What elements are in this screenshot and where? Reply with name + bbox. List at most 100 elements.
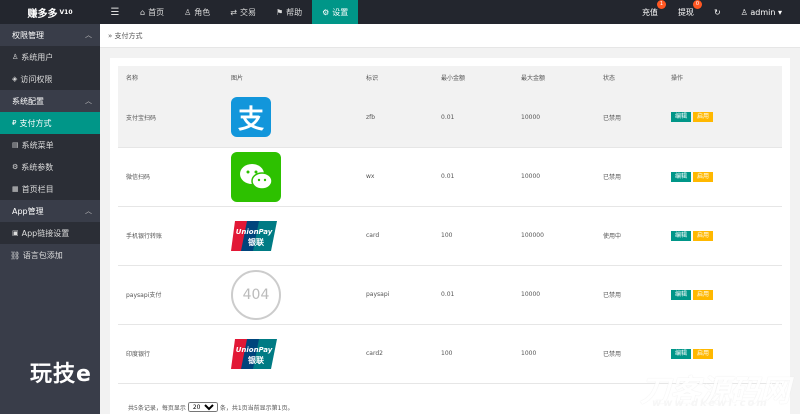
menu-icon[interactable]: ☰ (100, 7, 130, 18)
sidebar-item-access[interactable]: ◈ 访问权限 (0, 68, 100, 90)
enable-button[interactable]: 启用 (693, 112, 714, 123)
home-icon: ⌂ (140, 7, 146, 17)
sidebar-group-permissions[interactable]: 权限管理 ︿ (0, 24, 100, 46)
enable-button[interactable]: 启用 (693, 171, 714, 182)
cell-code: wx (358, 147, 433, 207)
col-min: 最小金额 (433, 66, 513, 88)
cell-name: 手机银行转账 (118, 206, 223, 266)
cell-max: 1000 (513, 324, 595, 384)
pagination-prefix: 共5条记录，每页显示 (128, 404, 186, 412)
cell-name: 支付宝扫码 (118, 88, 223, 148)
col-actions: 操作 (663, 66, 782, 88)
cell-min: 100 (433, 324, 513, 384)
edit-button[interactable]: 编辑 (671, 230, 692, 241)
cell-code: paysapi (358, 265, 433, 325)
chevron-up-icon: ︿ (85, 207, 92, 215)
sidebar-group-app[interactable]: App管理 ︿ (0, 200, 100, 222)
edit-button[interactable]: 编辑 (671, 171, 692, 182)
user-icon: ♙ (12, 53, 19, 61)
unionpay-text: UnionPay (236, 228, 273, 236)
cell-code: card (358, 206, 433, 266)
watermark-left: 玩技e (30, 362, 92, 387)
withdraw-label: 提现 (677, 7, 694, 17)
app-icon: ▣ (12, 229, 19, 237)
withdraw-button[interactable]: 提现 0 (668, 0, 704, 24)
nav-roles[interactable]: ♙ 角色 (174, 0, 220, 24)
cell-image: UnionPay 银联 (223, 324, 358, 384)
cell-image: UnionPay 银联 (223, 206, 358, 266)
cell-actions: 编辑 启用 (663, 265, 782, 325)
cell-name: paysapi支付 (118, 265, 223, 325)
cell-name: 印度银行 (118, 324, 223, 384)
col-status: 状态 (595, 66, 663, 88)
payment-table: 名称 图片 标识 最小金额 最大金额 状态 操作 支付宝扫码支 zfb 0.01 10… (118, 66, 782, 384)
sidebar-group-config[interactable]: 系统配置 ︿ (0, 90, 100, 112)
sidebar-item-label: 系统参数 (21, 162, 54, 172)
refresh-icon[interactable]: ↻ (704, 0, 731, 24)
app-logo[interactable]: 赚多多 V10 (0, 0, 100, 24)
cell-min: 0.01 (433, 265, 513, 325)
recharge-button[interactable]: 充值 1 (632, 0, 668, 24)
table-row: 微信扫码 wx 0.01 10000 已禁用 编辑 启用 (118, 147, 782, 207)
sidebar-item-app-links[interactable]: ▣ App链接设置 (0, 222, 100, 244)
sidebar-item-label: 系统用户 (21, 52, 54, 62)
cell-status: 已禁用 (595, 147, 663, 207)
sidebar-item-menu[interactable]: ▤ 系统菜单 (0, 134, 100, 156)
breadcrumb: » 支付方式 (100, 24, 800, 48)
shield-icon: ◈ (12, 75, 18, 83)
group-label: App管理 (12, 206, 44, 216)
cell-min: 100 (433, 206, 513, 266)
cell-code: card2 (358, 324, 433, 384)
page-size-select[interactable]: 20 (187, 402, 218, 412)
sidebar-item-payment[interactable]: ₽ 支付方式 (0, 112, 100, 134)
breadcrumb-separator: » (108, 31, 113, 40)
payment-icon: ₽ (12, 119, 17, 127)
cell-actions: 编辑 启用 (663, 147, 782, 207)
nav-settings[interactable]: ⚙ 设置 (312, 0, 359, 24)
recharge-label: 充值 (641, 7, 658, 17)
cell-name: 微信扫码 (118, 147, 223, 207)
user-name: admin (750, 7, 776, 17)
edit-button[interactable]: 编辑 (671, 348, 692, 359)
user-menu[interactable]: ♙ admin ▾ (731, 0, 792, 24)
table-row: 手机银行转账 UnionPay 银联 card 100 100000 使用中 编辑 启用 (118, 206, 782, 266)
cell-image: 支 (223, 88, 358, 148)
edit-button[interactable]: 编辑 (671, 289, 692, 300)
cell-max: 10000 (513, 88, 595, 148)
wechat-icon (231, 151, 281, 202)
not-found-text: 404 (242, 286, 270, 303)
sidebar-item-language[interactable]: ⛓ 语言包添加 (0, 244, 100, 266)
cell-code: zfb (358, 88, 433, 148)
sidebar-item-params[interactable]: ⚙ 系统参数 (0, 156, 100, 178)
cell-min: 0.01 (433, 88, 513, 148)
cell-max: 100000 (513, 206, 595, 266)
sidebar-item-system-users[interactable]: ♙ 系统用户 (0, 46, 100, 68)
table-row: paysapi支付 404 paysapi 0.01 10000 已禁用 编辑 启用 (118, 265, 782, 325)
unionpay-cn-text: 银联 (247, 237, 264, 247)
group-label: 系统配置 (12, 96, 44, 106)
top-nav: ⌂ 首页 ♙ 角色 ⇄ 交易 ⚑ 帮助 ⚙ 设置 (130, 0, 359, 24)
sidebar-item-label: App链接设置 (21, 228, 70, 238)
enable-button[interactable]: 启用 (693, 289, 714, 300)
table-row: 支付宝扫码支 zfb 0.01 10000 已禁用 编辑 启用 (118, 88, 782, 148)
sidebar-item-label: 访问权限 (20, 74, 53, 84)
cell-status: 已禁用 (595, 265, 663, 325)
recharge-badge: 1 (656, 0, 666, 9)
nav-help[interactable]: ⚑ 帮助 (266, 0, 312, 24)
col-max: 最大金额 (513, 66, 595, 88)
cell-max: 10000 (513, 147, 595, 207)
sidebar-item-columns[interactable]: ▦ 首页栏目 (0, 178, 100, 200)
cell-actions: 编辑 启用 (663, 206, 782, 266)
enable-button[interactable]: 启用 (693, 348, 714, 359)
nav-trade[interactable]: ⇄ 交易 (220, 0, 266, 24)
nav-home[interactable]: ⌂ 首页 (130, 0, 174, 24)
chevron-down-icon: ▾ (775, 7, 782, 17)
enable-button[interactable]: 启用 (693, 230, 714, 241)
sidebar-item-label: 语言包添加 (22, 250, 63, 260)
grid-icon: ▦ (12, 185, 19, 193)
cell-status: 已禁用 (595, 88, 663, 148)
chevron-up-icon: ︿ (85, 31, 92, 39)
top-bar: 赚多多 V10 ☰ ⌂ 首页 ♙ 角色 ⇄ 交易 ⚑ 帮助 ⚙ 设置 充值 1 提现 0 ↻ ♙… (0, 0, 800, 24)
nav-label: 帮助 (286, 7, 303, 17)
edit-button[interactable]: 编辑 (671, 112, 692, 123)
